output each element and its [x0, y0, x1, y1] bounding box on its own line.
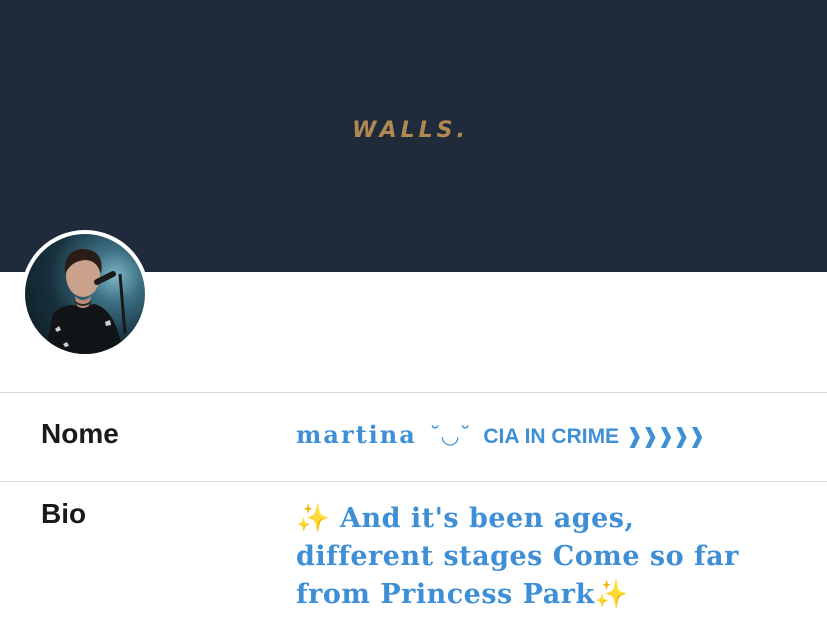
banner-title: WALLS. [352, 118, 469, 143]
chevrons-icon: ❱❱❱❱❱ [625, 424, 706, 448]
bio-text: And it's been ages, different stages Com… [296, 503, 739, 610]
bio-value[interactable]: ✨ And it's been ages, different stages C… [296, 500, 776, 614]
bio-label: Bio [41, 498, 87, 529]
face-icon: ˘◡˘ [429, 424, 471, 449]
avatar[interactable] [21, 230, 149, 358]
bio-row: Bio ✨ And it's been ages, different stag… [0, 481, 827, 628]
sparkles-icon: ✨ [296, 503, 331, 534]
name-label: Nome [41, 418, 119, 449]
avatar-image [25, 234, 145, 354]
sparkles-icon: ✨ [594, 579, 629, 610]
name-row: Nome martina ˘◡˘ CIA IN CRIME ❱❱❱❱❱ [0, 392, 827, 482]
name-script-text: martina [296, 420, 417, 449]
name-suffix-text: CIA IN CRIME [483, 425, 620, 448]
name-value[interactable]: martina ˘◡˘ CIA IN CRIME ❱❱❱❱❱ [296, 420, 796, 450]
profile-banner: WALLS. [0, 0, 827, 272]
